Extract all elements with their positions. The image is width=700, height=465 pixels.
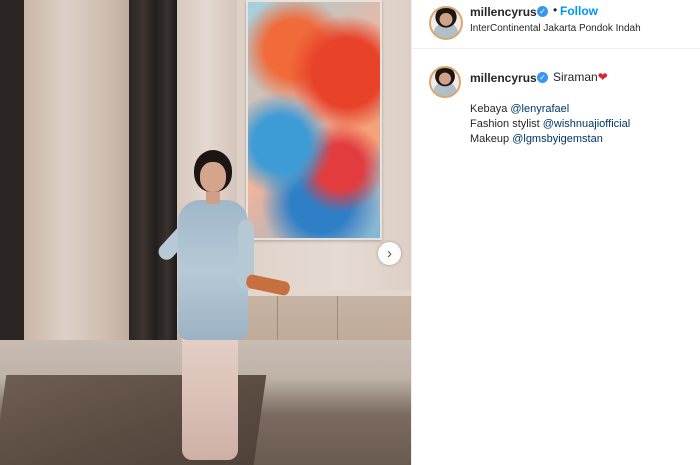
verified-badge-icon: ✓ (537, 6, 548, 17)
mention-link[interactable]: @lgmsbyigemstan (512, 133, 603, 145)
verified-badge-icon: ✓ (537, 72, 548, 83)
post-photo[interactable]: › (0, 0, 411, 465)
location-link[interactable]: InterContinental Jakarta Pondok Indah (470, 23, 641, 34)
avatar[interactable] (429, 6, 463, 40)
post-side-panel: millencyrus ✓ • Follow InterContinental … (411, 0, 700, 465)
woman-in-kebaya (138, 150, 291, 465)
caption-label: Kebaya (470, 103, 511, 115)
mention-link[interactable]: @wishnuajiofficial (543, 118, 630, 130)
caption-label: Makeup (470, 133, 513, 145)
caption-text: Siraman (553, 70, 598, 84)
caption-line: Makeup @lgmsbyigemstan (470, 132, 630, 147)
clutch-bag (245, 273, 291, 297)
carousel-next-button[interactable]: › (378, 242, 401, 265)
marble-wall (24, 0, 129, 350)
dark-wall-panel (0, 0, 24, 340)
caption-username[interactable]: millencyrus (470, 71, 537, 85)
heart-icon: ❤ (597, 70, 608, 84)
chevron-right-icon: › (387, 245, 392, 262)
mention-link[interactable]: @lenyrafael (510, 103, 569, 115)
caption-line: Kebaya @lenyrafael (470, 102, 630, 117)
post-username[interactable]: millencyrus (470, 5, 537, 19)
caption-line: Fashion stylist @wishnuajiofficial (470, 117, 630, 132)
caption-avatar[interactable] (429, 66, 461, 98)
follow-button[interactable]: Follow (560, 4, 598, 18)
separator-dot: • (553, 3, 558, 17)
caption-body: Kebaya @lenyrafael Fashion stylist @wish… (470, 102, 630, 147)
caption-first-line: Siraman❤ (553, 70, 608, 84)
post-header: millencyrus ✓ • Follow InterContinental … (412, 0, 700, 49)
caption-label: Fashion stylist (470, 118, 543, 130)
